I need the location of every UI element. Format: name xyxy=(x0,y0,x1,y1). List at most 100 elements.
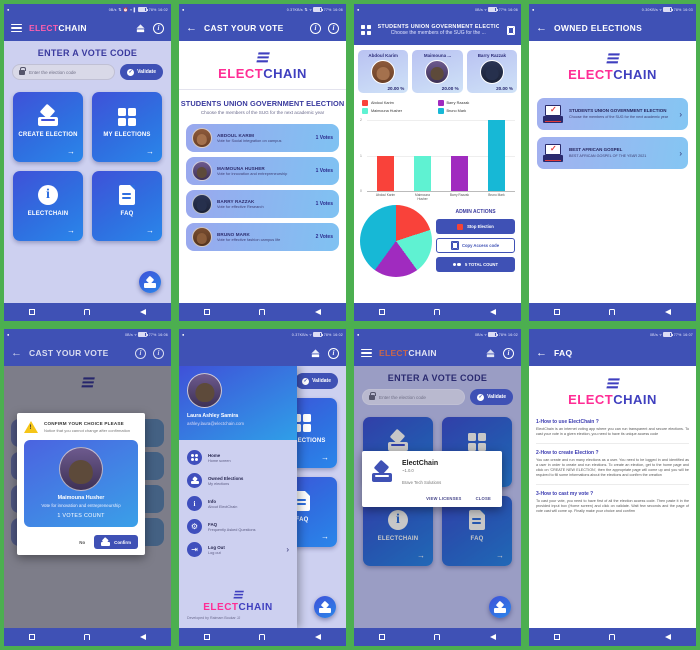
list-item[interactable]: ABDOUL KARIM Vote for Social integration… xyxy=(186,124,339,153)
recent-apps-icon[interactable] xyxy=(28,309,35,315)
validate-button[interactable]: ✓ Validate xyxy=(120,64,163,80)
help-icon[interactable]: i xyxy=(135,347,146,359)
help-icon[interactable]: i xyxy=(310,22,321,34)
developer-credit: Developed by Raimam Boukar JJ xyxy=(187,616,241,620)
recent-apps-icon[interactable] xyxy=(553,309,560,315)
back-arrow-icon[interactable]: ← xyxy=(186,22,197,34)
list-item[interactable]: ✓ BEST AFRICAN GOSPEL BEST AFRICAN GOSPE… xyxy=(537,137,688,170)
back-icon[interactable] xyxy=(490,309,497,315)
chevron-right-icon: › xyxy=(679,109,682,119)
app-version: ~1.0.0 xyxy=(402,468,414,473)
validate-button[interactable]: ✓ Validate xyxy=(470,389,513,405)
info-icon[interactable]: i xyxy=(153,347,164,359)
drawer-item-home[interactable]: Home Home screen xyxy=(179,446,297,469)
recent-apps-icon[interactable] xyxy=(203,634,210,640)
drawer-item-label: Owned Elections xyxy=(208,475,244,481)
avatar[interactable] xyxy=(187,373,222,408)
list-item[interactable]: MAIMOUNA HUSHER Vote for innovation and … xyxy=(186,157,339,186)
info-icon[interactable]: i xyxy=(153,22,164,34)
back-icon[interactable] xyxy=(665,309,672,315)
ballot-box-icon xyxy=(187,473,202,488)
account-fab-button[interactable] xyxy=(314,596,336,618)
back-arrow-icon[interactable]: ← xyxy=(536,22,547,34)
info-icon[interactable]: i xyxy=(328,22,339,34)
tile-faq[interactable]: FAQ → xyxy=(92,171,162,241)
home-icon[interactable] xyxy=(84,634,91,640)
home-icon[interactable] xyxy=(259,309,266,315)
arrow-icon: → xyxy=(67,147,75,156)
account-icon[interactable] xyxy=(485,348,496,359)
account-icon[interactable] xyxy=(135,23,146,34)
confirm-button[interactable]: Confirm xyxy=(94,535,138,550)
avatar xyxy=(192,194,212,215)
appbar-title-b: CHAIN xyxy=(408,348,437,358)
total-count-button[interactable]: 5 TOTAL COUNT xyxy=(436,257,515,272)
legend-swatch xyxy=(362,100,368,106)
drawer-item-logout[interactable]: ⇥ Log Out Log out › xyxy=(179,538,297,561)
vote-code-input[interactable]: Enter the election code xyxy=(362,389,466,405)
tile-my-elections[interactable]: MY ELECTIONS → xyxy=(92,92,162,162)
percent-card-list: Abdoul Karim 20.00 % Maimouna ... 20.00 … xyxy=(354,45,521,97)
legend-label: Barry Razzak xyxy=(446,101,470,105)
user-name: Laura Ashley Samira xyxy=(187,413,239,419)
back-icon[interactable] xyxy=(315,309,322,315)
candidate-list: ABDOUL KARIM Vote for Social integration… xyxy=(179,115,346,260)
legend-swatch xyxy=(437,100,444,106)
recent-apps-icon[interactable] xyxy=(553,634,560,640)
copy-access-code-button[interactable]: Copy Access code xyxy=(436,238,515,253)
menu-icon[interactable] xyxy=(361,348,372,358)
recent-apps-icon[interactable] xyxy=(378,309,385,315)
info-icon[interactable]: i xyxy=(328,347,339,359)
account-fab-button[interactable] xyxy=(489,596,511,618)
candidate-name: BRUNO MARK xyxy=(217,231,250,237)
x-tick: Abdoul Karim xyxy=(375,193,396,197)
percent-card[interactable]: Barry Razzak 20.00 % xyxy=(466,50,517,93)
tile-create-election[interactable]: CREATE ELECTION → xyxy=(13,92,83,162)
home-icon[interactable] xyxy=(84,309,91,315)
home-icon[interactable] xyxy=(609,634,616,640)
back-icon[interactable] xyxy=(665,634,672,640)
back-icon[interactable] xyxy=(140,634,147,640)
home-icon[interactable] xyxy=(609,309,616,315)
back-icon[interactable] xyxy=(140,309,147,315)
stop-election-button[interactable]: Stop Election xyxy=(436,219,515,234)
home-icon[interactable] xyxy=(434,309,441,315)
grid-icon[interactable] xyxy=(361,25,371,35)
vote-code-input[interactable]: Enter the election code xyxy=(12,64,116,80)
drawer-item-info[interactable]: i Info About ElectChain xyxy=(179,492,297,515)
tile-electchain[interactable]: i ELECTCHAIN → xyxy=(13,171,83,241)
validate-button[interactable]: ✓ Validate xyxy=(295,373,338,389)
recent-apps-icon[interactable] xyxy=(203,309,210,315)
back-icon[interactable] xyxy=(315,634,322,640)
percent-card[interactable]: Abdoul Karim 20.00 % xyxy=(358,50,409,93)
home-icon[interactable] xyxy=(434,634,441,640)
percent-card[interactable]: Maimouna ... 20.00 % xyxy=(412,50,463,93)
recent-apps-icon[interactable] xyxy=(378,634,385,640)
battery-icon xyxy=(488,7,498,12)
home-icon[interactable] xyxy=(259,634,266,640)
app-bar: ← CAST YOUR VOTE i i xyxy=(4,340,171,366)
logo-text-b: CHAIN xyxy=(238,602,273,613)
menu-icon[interactable] xyxy=(11,23,22,33)
info-icon[interactable]: i xyxy=(503,347,514,359)
candidate-name: Abdoul Karim xyxy=(368,53,398,58)
back-arrow-icon[interactable]: ← xyxy=(536,347,547,359)
account-icon[interactable] xyxy=(310,348,321,359)
people-icon xyxy=(452,262,461,267)
no-button[interactable]: No xyxy=(79,540,85,545)
list-item[interactable]: BARRY RAZZAK Vote for effective Research… xyxy=(186,190,339,219)
logo-text-a: ELECT xyxy=(568,67,614,83)
logo-text-b: CHAIN xyxy=(613,392,657,408)
drawer-item-faq[interactable]: ⚙ FAQ Frequently Asked Questions xyxy=(179,515,297,538)
recent-apps-icon[interactable] xyxy=(28,634,35,640)
list-item[interactable]: BRUNO MARK Vote for effective fashion ca… xyxy=(186,223,339,252)
back-arrow-icon[interactable]: ← xyxy=(11,347,22,359)
account-fab-button[interactable] xyxy=(139,271,161,293)
list-item[interactable]: ✓ STUDENTS UNION GOVERNMENT ELECTION Cho… xyxy=(537,98,688,131)
view-licenses-button[interactable]: VIEW LICENSES xyxy=(426,496,461,501)
drawer-item-owned-elections[interactable]: Owned Elections My elections xyxy=(179,469,297,492)
back-icon[interactable] xyxy=(490,634,497,640)
close-button[interactable]: CLOSE xyxy=(476,496,491,501)
copy-icon[interactable] xyxy=(507,25,515,35)
status-dot-icon: ● xyxy=(7,332,10,337)
